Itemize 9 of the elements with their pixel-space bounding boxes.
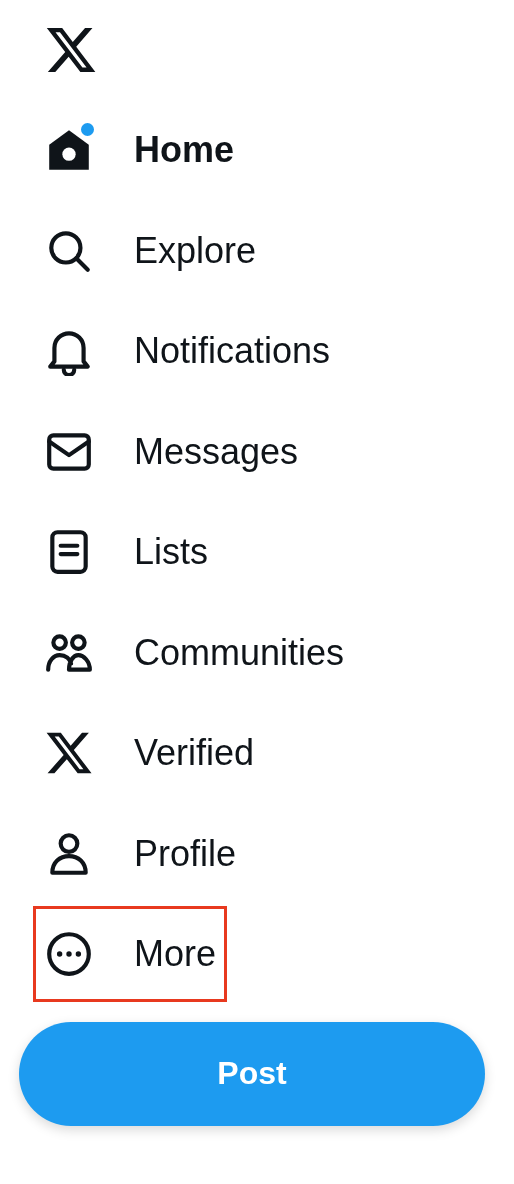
nav-item[interactable]: More — [33, 906, 228, 1003]
nav-item[interactable]: Notifications — [33, 303, 342, 400]
nav-item[interactable]: Profile — [33, 805, 248, 902]
nav-item[interactable]: Verified — [33, 705, 266, 802]
nav-item[interactable]: Messages — [33, 403, 310, 500]
nav-item[interactable]: Lists — [33, 504, 220, 601]
nav-item[interactable]: Home — [33, 102, 246, 199]
nav-item[interactable]: Explore — [33, 202, 268, 299]
nav-item[interactable]: Communities — [33, 604, 356, 701]
